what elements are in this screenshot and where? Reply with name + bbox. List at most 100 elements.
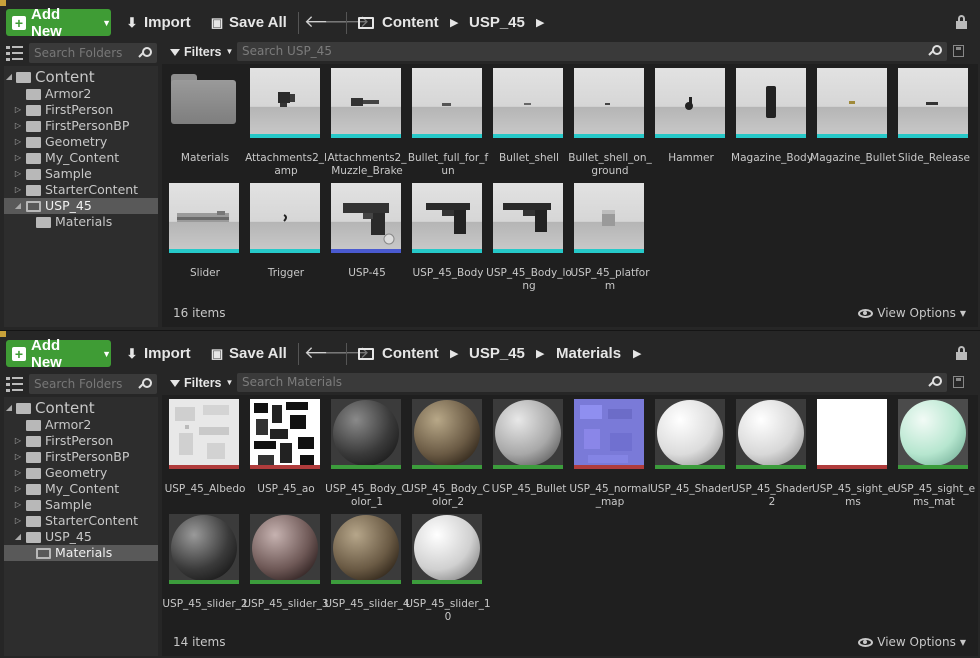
import-button[interactable]: ⬇ Import (125, 340, 191, 367)
search-icon[interactable] (928, 376, 942, 389)
tree-item-armor2[interactable]: Armor2 (4, 417, 158, 433)
search-folders-input[interactable]: Search Folders (29, 43, 157, 63)
collapsed-arrow-icon[interactable]: ▷ (14, 150, 22, 166)
tree-item-firstperson[interactable]: ▷ FirstPerson (4, 433, 158, 449)
asset-tile[interactable]: USP_45_platform (567, 183, 650, 297)
asset-tile[interactable]: USP_45_normal_map (567, 399, 651, 513)
asset-tile[interactable]: Attachments2_lamp (243, 68, 327, 182)
asset-tile[interactable]: Bullet_shell (486, 68, 567, 182)
asset-tile[interactable]: USP_45_Shader (648, 399, 732, 513)
search-icon[interactable] (928, 45, 942, 58)
back-arrow-icon[interactable]: 🡐 (304, 11, 350, 33)
asset-search-input[interactable]: Search Materials (237, 373, 947, 392)
collapsed-arrow-icon[interactable]: ▷ (14, 449, 22, 465)
asset-tile[interactable]: USP_45_sight_ems (810, 399, 894, 513)
asset-tile[interactable]: USP_45_Body_Color_1 (324, 399, 409, 513)
sources-list-icon[interactable] (6, 376, 24, 392)
asset-tile[interactable]: USP_45_ao (243, 399, 324, 513)
save-search-icon[interactable] (953, 376, 964, 388)
filters-button[interactable]: Filters ▼ (170, 373, 233, 393)
asset-tile[interactable]: USP_45_Body_long (486, 183, 572, 297)
tree-item-my-content[interactable]: ▷ My_Content (4, 481, 158, 497)
tree-item-geometry[interactable]: ▷ Geometry (4, 134, 158, 150)
search-folders-input[interactable]: Search Folders (29, 374, 157, 394)
asset-tile[interactable]: Slider (162, 183, 243, 297)
tree-item-sample[interactable]: ▷ Sample (4, 497, 158, 513)
forward-arrow-icon[interactable]: 🡒 (324, 11, 370, 33)
tree-item-my-content[interactable]: ▷ My_Content (4, 150, 158, 166)
asset-tile[interactable]: USP_45_sight_ems_mat (891, 399, 975, 513)
back-arrow-icon[interactable]: 🡐 (304, 342, 350, 364)
breadcrumb-usp45[interactable]: USP_45 (469, 9, 525, 36)
asset-tile[interactable]: USP_45_Body_Color_2 (405, 399, 490, 513)
add-new-button[interactable]: + Add New ▼ (6, 337, 111, 371)
collapsed-arrow-icon[interactable]: ▷ (14, 513, 22, 529)
tree-item-materials[interactable]: Materials (4, 214, 158, 230)
tree-item-armor2[interactable]: Armor2 (4, 86, 158, 102)
collapsed-arrow-icon[interactable]: ▷ (14, 497, 22, 513)
search-icon[interactable] (138, 378, 152, 391)
lock-icon[interactable] (956, 346, 968, 360)
view-options-button[interactable]: View Options ▼ (858, 306, 966, 320)
breadcrumb-content[interactable]: Content (358, 9, 439, 36)
asset-tile[interactable]: USP_45_slider_10 (405, 514, 491, 628)
filters-button[interactable]: Filters ▼ (170, 42, 233, 62)
breadcrumb-chevron-icon[interactable]: ▶ (633, 340, 641, 367)
tree-item-firstperson[interactable]: ▷ FirstPerson (4, 102, 158, 118)
asset-tile[interactable]: Hammer (648, 68, 729, 182)
lock-icon[interactable] (956, 15, 968, 29)
breadcrumb-chevron-icon[interactable]: ▶ (450, 9, 458, 36)
asset-tile[interactable]: Bullet_shell_on_ground (567, 68, 652, 182)
tree-item-content[interactable]: ◢ Content (4, 399, 158, 417)
collapsed-arrow-icon[interactable]: ▷ (14, 465, 22, 481)
tree-item-startercontent[interactable]: ▷ StarterContent (4, 182, 158, 198)
import-button[interactable]: ⬇ Import (125, 9, 191, 36)
breadcrumb-chevron-icon[interactable]: ▶ (536, 340, 544, 367)
asset-tile[interactable]: USP_45_Bullet (486, 399, 567, 513)
asset-tile[interactable]: USP_45_slider_4 (324, 514, 410, 628)
collapsed-arrow-icon[interactable]: ▷ (14, 166, 22, 182)
expanded-arrow-icon[interactable]: ◢ (14, 529, 22, 545)
expanded-arrow-icon[interactable]: ◢ (5, 399, 13, 417)
asset-tile[interactable]: USP_45_Body (405, 183, 486, 297)
asset-tile[interactable]: Attachments2_Muzzle_Brake (324, 68, 406, 182)
tree-item-content[interactable]: ◢ Content (4, 68, 158, 86)
tree-item-sample[interactable]: ▷ Sample (4, 166, 158, 182)
collapsed-arrow-icon[interactable]: ▷ (14, 433, 22, 449)
breadcrumb-chevron-icon[interactable]: ▶ (536, 9, 544, 36)
collapsed-arrow-icon[interactable]: ▷ (14, 481, 22, 497)
add-new-button[interactable]: + Add New ▼ (6, 6, 111, 40)
asset-tile[interactable]: USP-45 (324, 183, 405, 297)
asset-tile[interactable]: USP_45_Shader2 (729, 399, 813, 513)
collapsed-arrow-icon[interactable]: ▷ (14, 134, 22, 150)
tree-item-startercontent[interactable]: ▷ StarterContent (4, 513, 158, 529)
asset-tile[interactable]: Bullet_full_for_fun (405, 68, 488, 182)
asset-tile[interactable]: USP_45_slider_3 (243, 514, 329, 628)
asset-tile[interactable]: Magazine_Bullet (810, 68, 896, 182)
tree-item-firstpersonbp[interactable]: ▷ FirstPersonBP (4, 449, 158, 465)
tree-item-materials[interactable]: Materials (4, 545, 158, 561)
expanded-arrow-icon[interactable]: ◢ (5, 68, 13, 86)
asset-tile[interactable]: USP_45_Albedo (162, 399, 245, 513)
breadcrumb-chevron-icon[interactable]: ▶ (450, 340, 458, 367)
save-all-button[interactable]: ▣ Save All (210, 340, 287, 367)
forward-arrow-icon[interactable]: 🡒 (324, 342, 370, 364)
tree-item-geometry[interactable]: ▷ Geometry (4, 465, 158, 481)
asset-tile[interactable]: USP_45_slider_2 (162, 514, 248, 628)
expanded-arrow-icon[interactable]: ◢ (14, 198, 22, 214)
breadcrumb-usp45[interactable]: USP_45 (469, 340, 525, 367)
save-all-button[interactable]: ▣ Save All (210, 9, 287, 36)
tree-item-usp45[interactable]: ◢ USP_45 (4, 529, 158, 545)
asset-tile-materials-folder[interactable]: Materials (162, 68, 243, 182)
collapsed-arrow-icon[interactable]: ▷ (14, 118, 22, 134)
collapsed-arrow-icon[interactable]: ▷ (14, 182, 22, 198)
collapsed-arrow-icon[interactable]: ▷ (14, 102, 22, 118)
breadcrumb-content[interactable]: Content (358, 340, 439, 367)
tree-item-firstpersonbp[interactable]: ▷ FirstPersonBP (4, 118, 158, 134)
breadcrumb-materials[interactable]: Materials (556, 340, 621, 367)
asset-tile[interactable]: Slide_Release (891, 68, 972, 182)
search-icon[interactable] (138, 47, 152, 60)
view-options-button[interactable]: View Options ▼ (858, 635, 966, 649)
asset-tile[interactable]: Trigger (243, 183, 324, 297)
sources-list-icon[interactable] (6, 45, 24, 61)
